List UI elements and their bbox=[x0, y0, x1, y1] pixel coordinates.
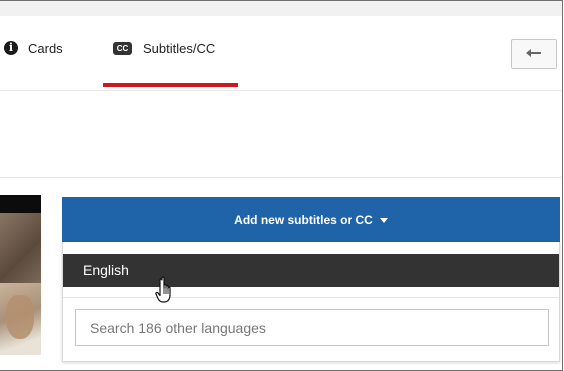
language-search-input[interactable] bbox=[75, 309, 549, 346]
language-dropdown: English bbox=[62, 242, 560, 362]
add-subtitles-label: Add new subtitles or CC bbox=[234, 212, 373, 227]
back-button[interactable] bbox=[511, 39, 557, 69]
thumbnail-figure bbox=[6, 295, 34, 339]
section-divider bbox=[0, 177, 562, 178]
language-option-label: English bbox=[83, 262, 129, 278]
info-icon: i bbox=[4, 41, 18, 55]
tab-cards-label: Cards bbox=[28, 41, 63, 56]
cc-icon: CC bbox=[113, 42, 132, 55]
tab-subtitles[interactable]: CC Subtitles/CC bbox=[113, 41, 215, 81]
thumbnail-letterbox bbox=[0, 195, 41, 213]
editor-panel: i Cards CC Subtitles/CC Add new subtitle… bbox=[0, 0, 563, 371]
video-thumbnail[interactable] bbox=[0, 195, 41, 355]
hand-pointer-icon bbox=[155, 276, 171, 303]
add-subtitles-button[interactable]: Add new subtitles or CC bbox=[62, 197, 560, 242]
header-divider bbox=[0, 90, 562, 91]
caret-down-icon bbox=[379, 217, 388, 223]
active-tab-indicator bbox=[103, 83, 238, 87]
tab-cards[interactable]: i Cards bbox=[4, 41, 63, 81]
top-strip bbox=[0, 1, 562, 16]
dropdown-divider bbox=[63, 297, 559, 298]
thumbnail-image-top bbox=[0, 213, 41, 283]
back-arrow-icon bbox=[526, 49, 541, 57]
tab-subtitles-label: Subtitles/CC bbox=[143, 41, 216, 56]
language-option-english[interactable]: English bbox=[63, 254, 559, 287]
